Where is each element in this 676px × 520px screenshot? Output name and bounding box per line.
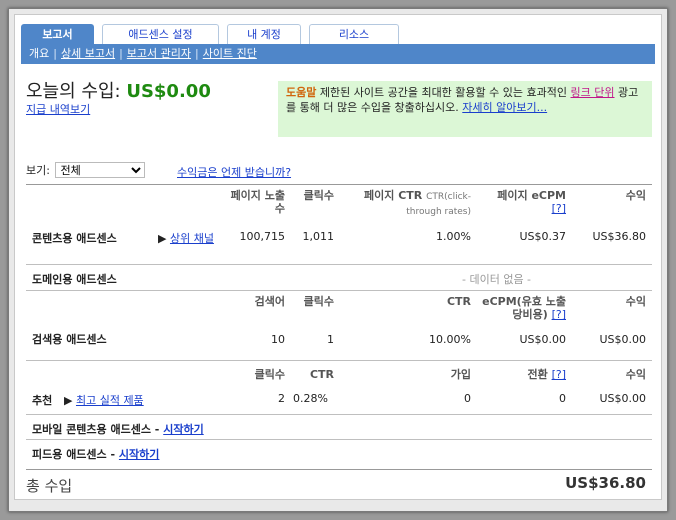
subnav-separator: | <box>119 47 123 60</box>
mobile-adsense: 모바일 콘텐츠용 애드센스 - 시작하기 <box>32 421 204 437</box>
total-divider <box>26 469 652 470</box>
content-earnings: US$36.80 <box>592 230 646 243</box>
total-earnings-amount: US$36.80 <box>565 474 646 492</box>
earnings-table: 페이지 노출수 클릭수 페이지 CTR CTR(click-through ra… <box>26 184 652 465</box>
tab-reports[interactable]: 보고서 <box>21 24 94 45</box>
subnav-site-diagnostics[interactable]: 사이트 진단 <box>203 47 257 60</box>
subnav-detailed-reports[interactable]: 상세 보고서 <box>61 47 115 60</box>
page-ecpm-header-label: 페이지 eCPM <box>497 189 566 202</box>
top-products: ▶ 최고 실적 제품 <box>64 392 144 408</box>
link-units-link[interactable]: 링크 단위 <box>571 86 615 99</box>
payment-history-link[interactable]: 지급 내역보기 <box>26 101 90 117</box>
conversions-header-label: 전환 <box>527 368 548 381</box>
search-clicks: 1 <box>327 333 334 346</box>
earnings-header: 수익 <box>625 189 646 202</box>
referral-clicks: 2 <box>278 392 285 405</box>
search-adsense-section: 검색어 클릭수 CTR eCPM(유효 노출당비용) [?] 수익 검색용 애드… <box>26 291 652 361</box>
searches-header: 검색어 <box>254 295 285 308</box>
search-ctr-header: CTR <box>446 295 471 308</box>
referral-ctr-header: CTR <box>309 368 334 381</box>
referral-signups: 0 <box>464 392 471 405</box>
help-box: 도움말 제한된 사이트 공간을 최대한 활용할 수 있는 효과적인 링크 단위 … <box>278 81 652 137</box>
report-panel: 보고서 애드센스 설정 내 계정 리소스 개요 | 상세 보고서 | 보고서 관리자 | 사… <box>14 14 662 500</box>
search-ecpm: US$0.00 <box>519 333 566 346</box>
page-ctr-header-label: 페이지 CTR <box>364 189 423 202</box>
top-channels-link[interactable]: 상위 채널 <box>170 232 214 245</box>
signups-header: 가입 <box>450 368 471 381</box>
search-ctr: 10.00% <box>429 333 471 346</box>
content-ecpm: US$0.37 <box>519 230 566 243</box>
todays-earnings: 오늘의 수입: US$0.00 <box>26 77 211 103</box>
content-pageviews: 100,715 <box>239 230 286 243</box>
conversions-header: 전환 [?] <box>481 368 566 381</box>
subnav-overview[interactable]: 개요 <box>29 47 49 60</box>
referral-ctr: 0.28% <box>293 392 328 405</box>
mobile-get-started-link[interactable]: 시작하기 <box>163 423 203 436</box>
tab-adsense-settings[interactable]: 애드센스 설정 <box>102 24 219 45</box>
tab-resources[interactable]: 리소스 <box>309 24 399 45</box>
mobile-adsense-row: 모바일 콘텐츠용 애드센스 - 시작하기 <box>26 415 652 440</box>
referral-earnings: US$0.00 <box>599 392 646 405</box>
todays-earnings-amount: US$0.00 <box>126 81 211 102</box>
feed-get-started-link[interactable]: 시작하기 <box>119 448 159 461</box>
domain-adsense-row: 도메인용 애드센스 - 데이터 없음 - <box>26 265 652 291</box>
search-ecpm-header: eCPM(유효 노출당비용) [?] <box>481 295 566 321</box>
help-text-1: 제한된 사이트 공간을 최대한 활용할 수 있는 효과적인 <box>319 86 567 99</box>
search-earnings-header: 수익 <box>625 295 646 308</box>
subnav-separator: | <box>53 47 57 60</box>
triangle-right-icon: ▶ <box>158 232 167 245</box>
view-label: 보기: <box>26 164 50 177</box>
referral-clicks-header: 클릭수 <box>254 368 285 381</box>
payment-question-link[interactable]: 수익금은 언제 받습니까? <box>177 164 291 180</box>
domain-no-data: - 데이터 없음 - <box>462 273 532 286</box>
clicks-header: 클릭수 <box>303 189 334 202</box>
top-products-link[interactable]: 최고 실적 제품 <box>76 394 144 407</box>
content-ctr: 1.00% <box>436 230 471 243</box>
sub-navigation: 개요 | 상세 보고서 | 보고서 관리자 | 사이트 진단 <box>21 44 655 64</box>
content-adsense-label: 콘텐츠용 애드센스 <box>32 232 117 245</box>
domain-adsense-label: 도메인용 애드센스 <box>32 273 117 286</box>
conversions-help-link[interactable]: [?] <box>552 368 566 381</box>
subnav-separator: | <box>195 47 199 60</box>
feed-adsense-label: 피드용 애드센스 - <box>32 448 116 461</box>
page-ecpm-header: 페이지 eCPM [?] <box>481 189 566 215</box>
top-channels: ▶ 상위 채널 <box>158 230 214 246</box>
mobile-adsense-label: 모바일 콘텐츠용 애드센스 - <box>32 423 160 436</box>
content-adsense-section: 페이지 노출수 클릭수 페이지 CTR CTR(click-through ra… <box>26 185 652 265</box>
view-dropdown[interactable]: 전체 <box>55 162 146 178</box>
referral-earnings-header: 수익 <box>625 368 646 381</box>
learn-more-link[interactable]: 자세히 알아보기... <box>462 101 547 114</box>
feed-adsense: 피드용 애드센스 - 시작하기 <box>32 446 159 462</box>
todays-earnings-label: 오늘의 수입: <box>26 81 121 102</box>
total-earnings-label: 총 수입 <box>26 477 73 495</box>
search-clicks-header: 클릭수 <box>303 295 334 308</box>
view-selector: 보기: 전체 <box>26 162 146 178</box>
tab-my-account[interactable]: 내 계정 <box>227 24 301 45</box>
triangle-right-icon: ▶ <box>64 394 73 407</box>
referral-conversions: 0 <box>559 392 566 405</box>
feed-adsense-row: 피드용 애드센스 - 시작하기 <box>26 440 652 465</box>
search-earnings: US$0.00 <box>599 333 646 346</box>
search-adsense-label: 검색용 애드센스 <box>32 333 107 346</box>
help-title: 도움말 <box>286 86 317 99</box>
content-clicks: 1,011 <box>302 230 335 243</box>
subnav-report-manager[interactable]: 보고서 관리자 <box>127 47 191 60</box>
referral-label: 추천 <box>32 394 53 407</box>
page-ctr-header: 페이지 CTR CTR(click-through rates) <box>346 189 471 219</box>
referral-section: 클릭수 CTR 가입 전환 [?] 수익 추천 ▶ 최고 실적 제품 2 0.2… <box>26 361 652 415</box>
search-queries: 10 <box>271 333 285 346</box>
ecpm-help-link[interactable]: [?] <box>552 202 566 215</box>
pageviews-header: 페이지 노출수 <box>230 189 285 215</box>
search-ecpm-help-link[interactable]: [?] <box>552 308 566 321</box>
